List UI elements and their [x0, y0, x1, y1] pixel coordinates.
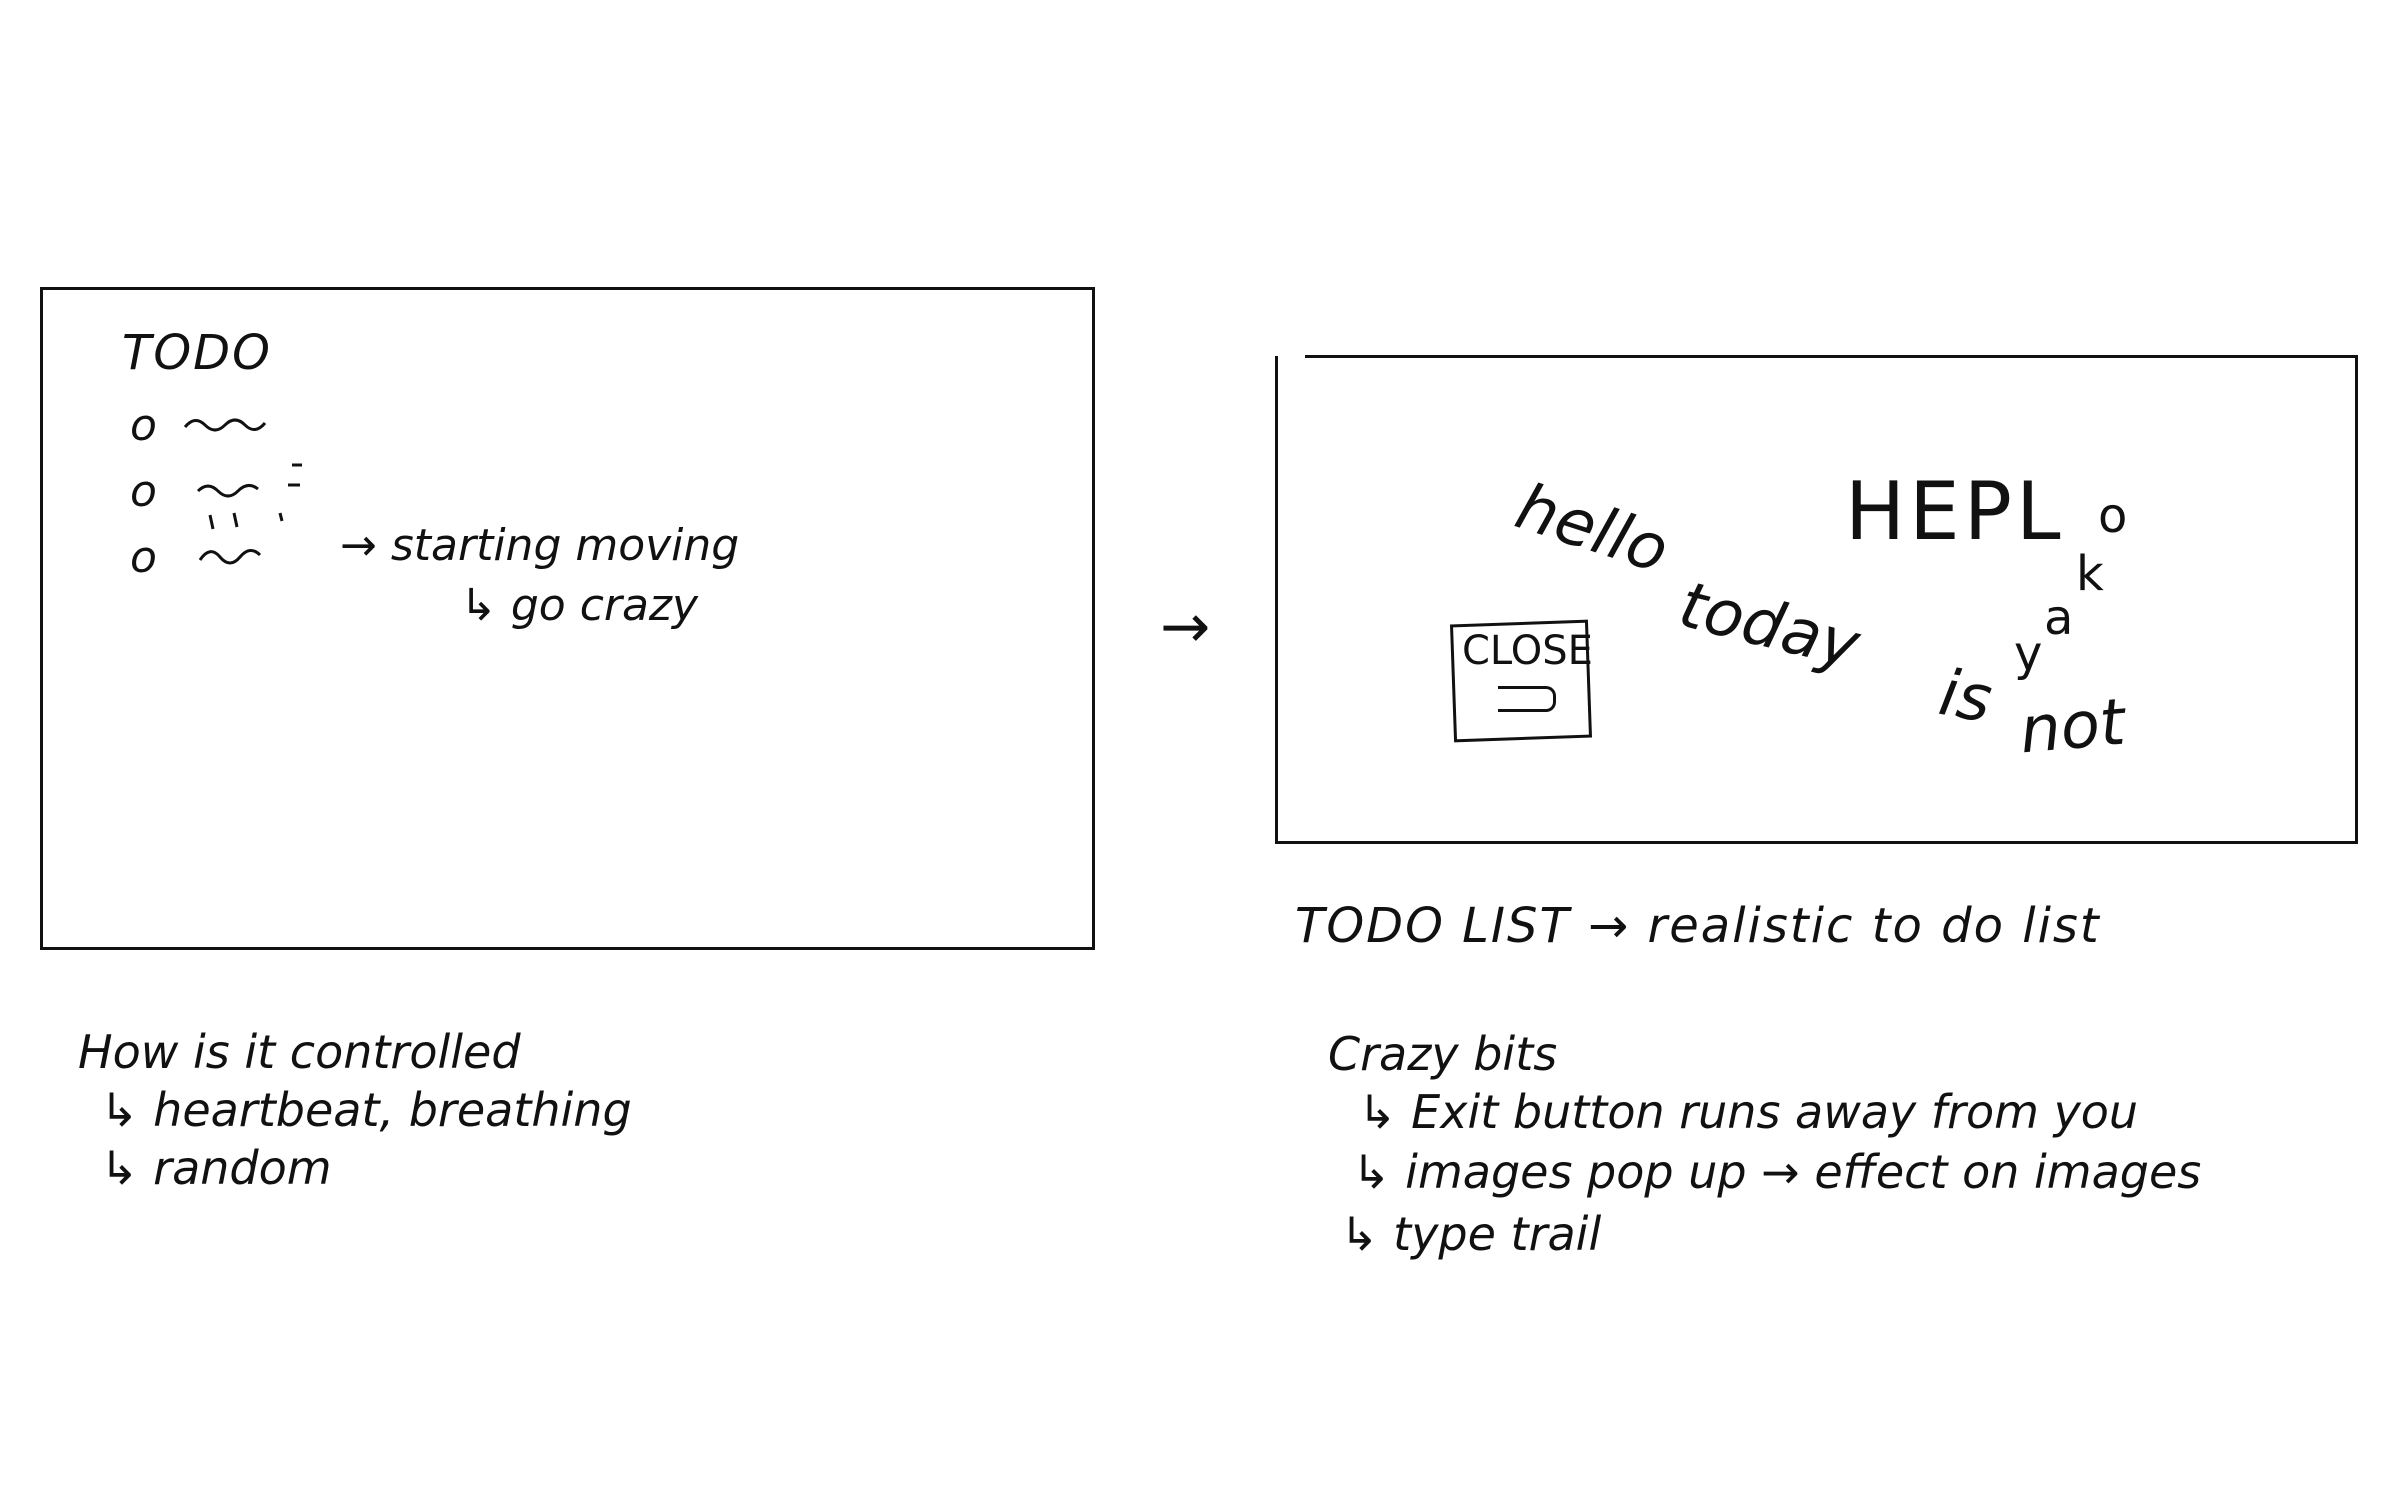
crazy-bits-heading: Crazy bits [1328, 1027, 1558, 1081]
crazy-bits-item-images: ↳ images pop up → effect on images [1352, 1145, 2202, 1199]
controls-item-heartbeat: ↳ heartbeat, breathing [100, 1083, 632, 1137]
crazy-bits-item-type-trail: ↳ type trail [1340, 1207, 1602, 1261]
todo-bullet-2: o [130, 466, 157, 517]
floating-word-not: not [2016, 685, 2128, 769]
starting-moving-note: → starting moving [340, 520, 740, 571]
okay-letter-a: a [2044, 590, 2074, 646]
okay-letter-k: k [2076, 546, 2104, 602]
todo-list-caption: TODO LIST → realistic to do list [1295, 898, 2101, 954]
floating-word-help: HEPL [1845, 465, 2065, 558]
todo-bullet-3: o [130, 532, 157, 583]
go-crazy-note: ↳ go crazy [460, 580, 699, 631]
todo-bullet-1: o [130, 400, 157, 451]
exit-door-icon [1498, 686, 1556, 712]
close-button-label: CLOSE [1462, 628, 1593, 674]
controls-heading: How is it controlled [78, 1025, 521, 1079]
okay-letter-o: o [2098, 488, 2128, 544]
okay-letter-y: y [2014, 626, 2043, 682]
crazy-bits-item-exit-button: ↳ Exit button runs away from you [1358, 1085, 2139, 1139]
todo-title: TODO [122, 325, 272, 381]
todo-item-squiggles [183, 418, 302, 565]
controls-item-random: ↳ random [100, 1141, 332, 1195]
right-arrow-icon: → [1160, 592, 1211, 662]
